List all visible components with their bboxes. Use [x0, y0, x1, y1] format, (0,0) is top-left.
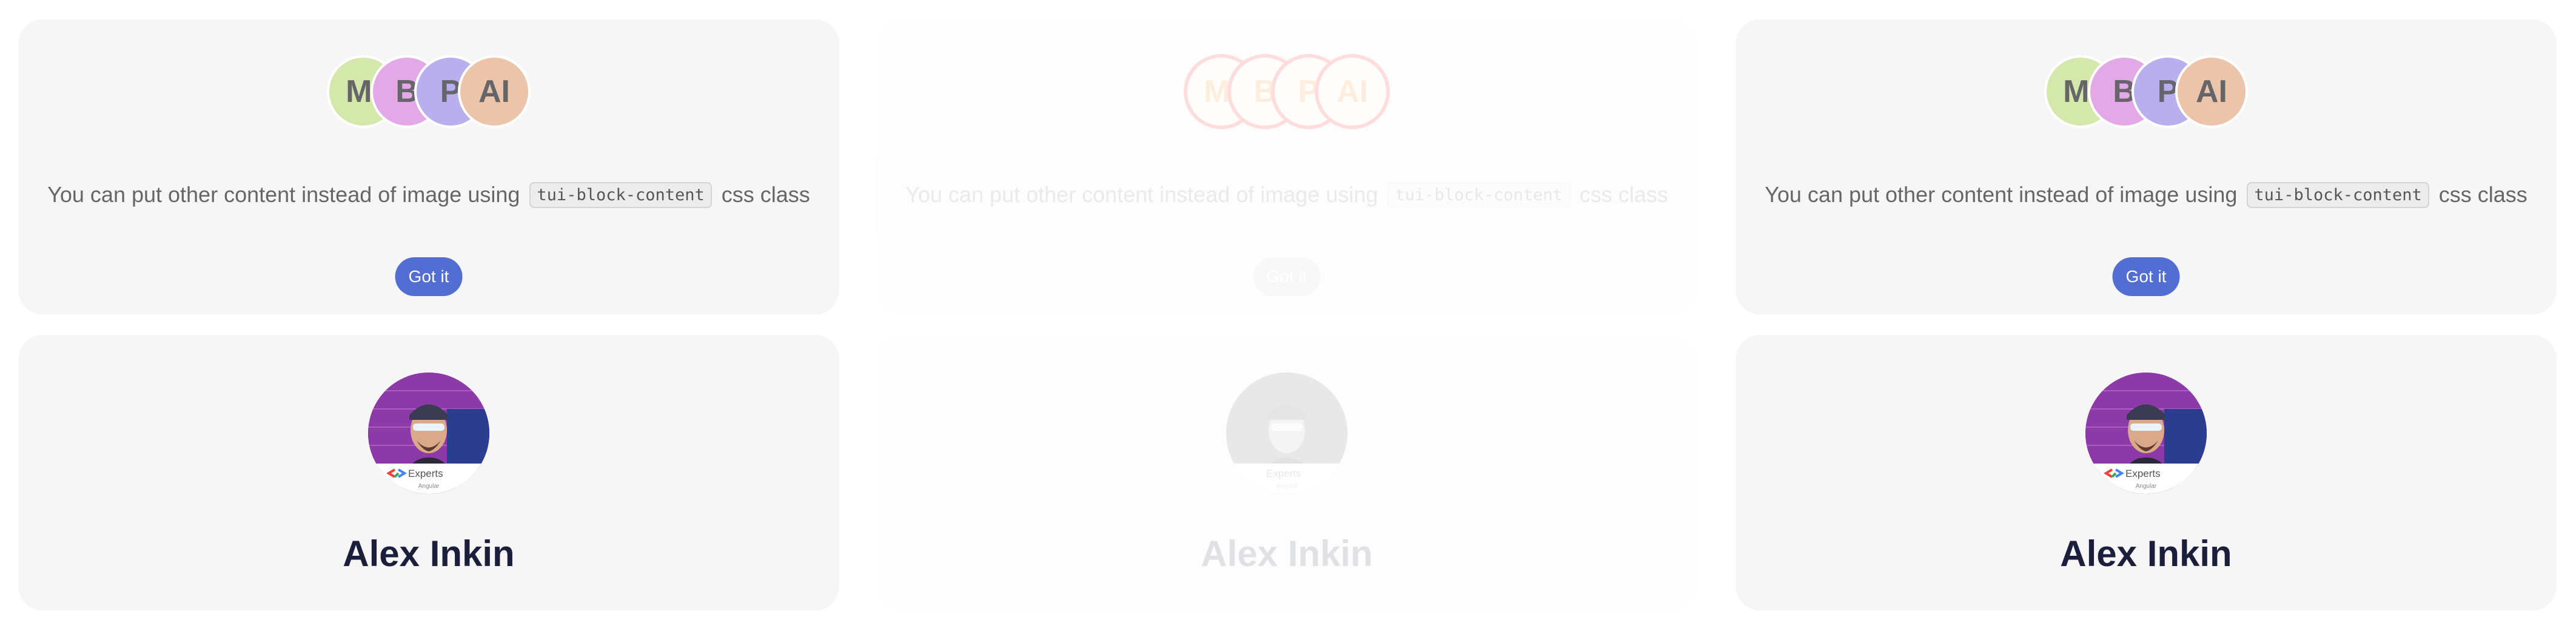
description-suffix: css class — [721, 182, 810, 207]
profile-photo: Experts Angular — [2085, 373, 2207, 494]
profile-card: Experts Angular Alex Inkin — [18, 335, 839, 610]
avatar-stack: MI B P AI — [2047, 58, 2246, 126]
avatar-stack-card: MI B P AI You can put other content inst… — [1736, 19, 2557, 314]
code-snippet: tui-block-content — [529, 182, 712, 208]
avatar-stack: MI B P AI — [1187, 58, 1386, 126]
got-it-button[interactable]: Got it — [1253, 257, 1321, 296]
svg-text:Experts: Experts — [408, 468, 443, 479]
card-description: You can put other content instead of ima… — [18, 182, 839, 208]
description-text: You can put other content instead of ima… — [47, 182, 520, 207]
profile-card: Experts Angular Alex Inkin — [876, 335, 1697, 610]
profile-name: Alex Inkin — [2060, 533, 2232, 574]
avatar: AI — [460, 58, 528, 126]
column-right: MI B P AI You can put other content inst… — [1736, 0, 2560, 631]
card-description: You can put other content instead of ima… — [1736, 182, 2557, 208]
profile-photo: Experts Angular — [1226, 373, 1347, 494]
description-text: You can put other content instead of ima… — [1765, 182, 2238, 207]
avatar-stack-card: MI B P AI You can put other content inst… — [18, 19, 839, 314]
avatar: AI — [2178, 58, 2246, 126]
avatar-stack: MI B P AI — [329, 58, 528, 126]
got-it-button[interactable]: Got it — [2112, 257, 2180, 296]
svg-text:Angular: Angular — [418, 483, 440, 490]
card-description: You can put other content instead of ima… — [876, 182, 1697, 208]
svg-text:Angular: Angular — [2136, 483, 2157, 490]
svg-text:Experts: Experts — [2125, 468, 2161, 479]
description-suffix: css class — [1579, 182, 1668, 207]
got-it-button[interactable]: Got it — [395, 257, 463, 296]
profile-name: Alex Inkin — [343, 533, 515, 574]
column-left: MI B P AI You can put other content inst… — [18, 0, 843, 631]
description-text: You can put other content instead of ima… — [905, 182, 1378, 207]
svg-text:Experts: Experts — [1266, 468, 1301, 479]
description-suffix: css class — [2438, 182, 2527, 207]
profile-name: Alex Inkin — [1201, 533, 1373, 574]
column-middle: MI B P AI You can put other content inst… — [876, 0, 1701, 631]
avatar: AI — [1318, 58, 1386, 126]
profile-photo: Experts Angular — [368, 373, 489, 494]
code-snippet: tui-block-content — [2247, 182, 2429, 208]
code-snippet: tui-block-content — [1387, 182, 1570, 208]
profile-card: Experts Angular Alex Inkin — [1736, 335, 2557, 610]
svg-text:Angular: Angular — [1276, 483, 1298, 490]
avatar-stack-card: MI B P AI You can put other content inst… — [876, 19, 1697, 314]
